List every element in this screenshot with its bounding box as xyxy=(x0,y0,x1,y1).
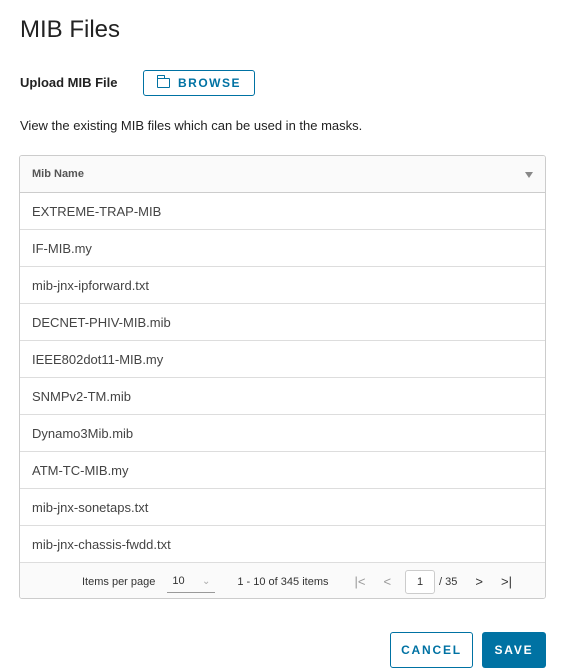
pagination: Items per page 10 ⌄ 1 - 10 of 345 items |… xyxy=(20,563,545,598)
range-text: 1 - 10 of 345 items xyxy=(237,575,329,588)
browse-button[interactable]: BROWSE xyxy=(143,70,255,96)
folder-icon xyxy=(157,75,170,88)
table-row[interactable]: SNMPv2-TM.mib xyxy=(20,378,545,415)
grid-header: Mib Name xyxy=(20,156,545,193)
chevron-down-icon: ⌄ xyxy=(201,575,211,587)
mib-grid: Mib Name EXTREME-TRAP-MIB IF-MIB.my mib-jn… xyxy=(19,155,546,599)
cancel-button[interactable]: CANCEL xyxy=(390,632,473,668)
table-row[interactable]: IEEE802dot11-MIB.my xyxy=(20,341,545,378)
upload-label: Upload MIB File xyxy=(20,75,118,90)
table-row[interactable]: ATM-TC-MIB.my xyxy=(20,452,545,489)
table-row[interactable]: EXTREME-TRAP-MIB xyxy=(20,193,545,230)
table-row[interactable]: IF-MIB.my xyxy=(20,230,545,267)
table-row[interactable]: mib-jnx-sonetaps.txt xyxy=(20,489,545,526)
first-page-icon[interactable]: |< xyxy=(354,574,365,589)
last-page-icon[interactable]: >| xyxy=(501,574,512,589)
page-input[interactable]: 1 xyxy=(405,569,436,594)
total-pages: / 35 xyxy=(439,575,458,588)
description: View the existing MIB files which can be… xyxy=(20,118,363,133)
table-row[interactable]: mib-jnx-chassis-fwdd.txt xyxy=(20,526,545,563)
filter-icon[interactable] xyxy=(525,172,533,178)
next-page-icon[interactable]: > xyxy=(475,574,483,589)
prev-page-icon[interactable]: < xyxy=(383,574,391,589)
table-row[interactable]: Dynamo3Mib.mib xyxy=(20,415,545,452)
table-row[interactable]: mib-jnx-ipforward.txt xyxy=(20,267,545,304)
save-button[interactable]: SAVE xyxy=(482,632,546,668)
table-row[interactable]: DECNET-PHIV-MIB.mib xyxy=(20,304,545,341)
page-title: MIB Files xyxy=(20,16,121,43)
browse-label: BROWSE xyxy=(178,76,241,90)
items-per-page-value: 10 xyxy=(172,575,185,587)
items-per-page-select[interactable]: 10 ⌄ xyxy=(167,571,216,593)
column-mib-name[interactable]: Mib Name xyxy=(32,168,84,180)
items-per-page-label: Items per page xyxy=(82,575,156,588)
